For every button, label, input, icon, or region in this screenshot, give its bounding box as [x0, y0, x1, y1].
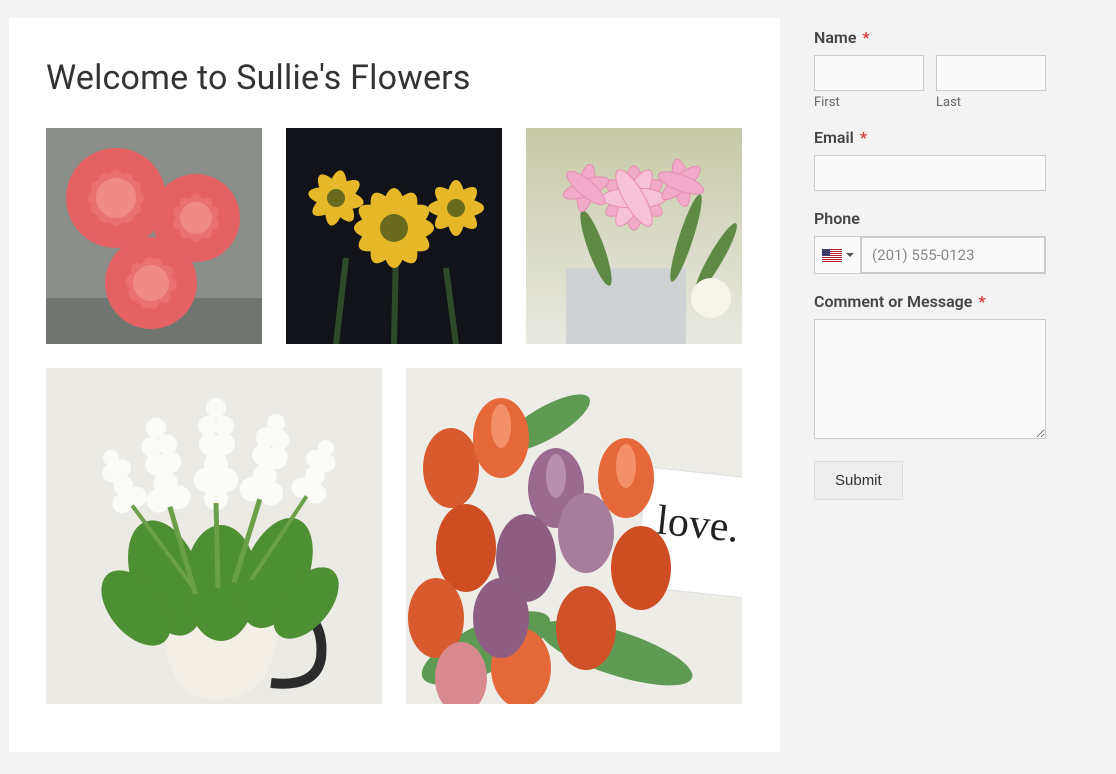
svg-text:love.: love.	[654, 497, 741, 551]
gallery-image-yellow-daisies[interactable]	[286, 128, 502, 344]
gallery-image-tulips[interactable]: love.	[406, 368, 742, 704]
main-content: Welcome to Sullie's Flowers	[9, 18, 780, 752]
comment-label-text: Comment or Message	[814, 292, 972, 311]
name-label-text: Name	[814, 28, 856, 47]
first-name-sublabel: First	[814, 95, 924, 110]
first-name-input[interactable]	[814, 55, 924, 91]
email-label-text: Email	[814, 128, 854, 147]
phone-field-group: Phone	[814, 209, 1046, 274]
gallery-image-white-stock[interactable]	[46, 368, 382, 704]
gallery-row-1	[46, 128, 743, 344]
phone-label: Phone	[814, 209, 1046, 228]
us-flag-icon	[822, 249, 842, 262]
gallery-row-2: love.	[46, 368, 743, 704]
contact-form: Name * First Last Email * Phone	[780, 0, 1080, 774]
phone-country-selector[interactable]	[815, 237, 861, 273]
last-name-input[interactable]	[936, 55, 1046, 91]
last-name-sublabel: Last	[936, 95, 1046, 110]
comment-textarea[interactable]	[814, 319, 1046, 439]
gallery-image-pink-lilies[interactable]	[526, 128, 742, 344]
gallery-image-pink-dahlias[interactable]	[46, 128, 262, 344]
name-label: Name *	[814, 28, 1046, 47]
comment-field-group: Comment or Message *	[814, 292, 1046, 443]
email-label: Email *	[814, 128, 1046, 147]
phone-input[interactable]	[861, 237, 1045, 273]
page-title: Welcome to Sullie's Flowers	[46, 58, 743, 98]
chevron-down-icon	[846, 253, 854, 257]
name-field-group: Name * First Last	[814, 28, 1046, 110]
submit-button[interactable]: Submit	[814, 461, 903, 500]
email-field-group: Email *	[814, 128, 1046, 191]
required-asterisk: *	[860, 128, 867, 147]
email-input[interactable]	[814, 155, 1046, 191]
comment-label: Comment or Message *	[814, 292, 1046, 311]
required-asterisk: *	[978, 292, 985, 311]
required-asterisk: *	[862, 28, 869, 47]
